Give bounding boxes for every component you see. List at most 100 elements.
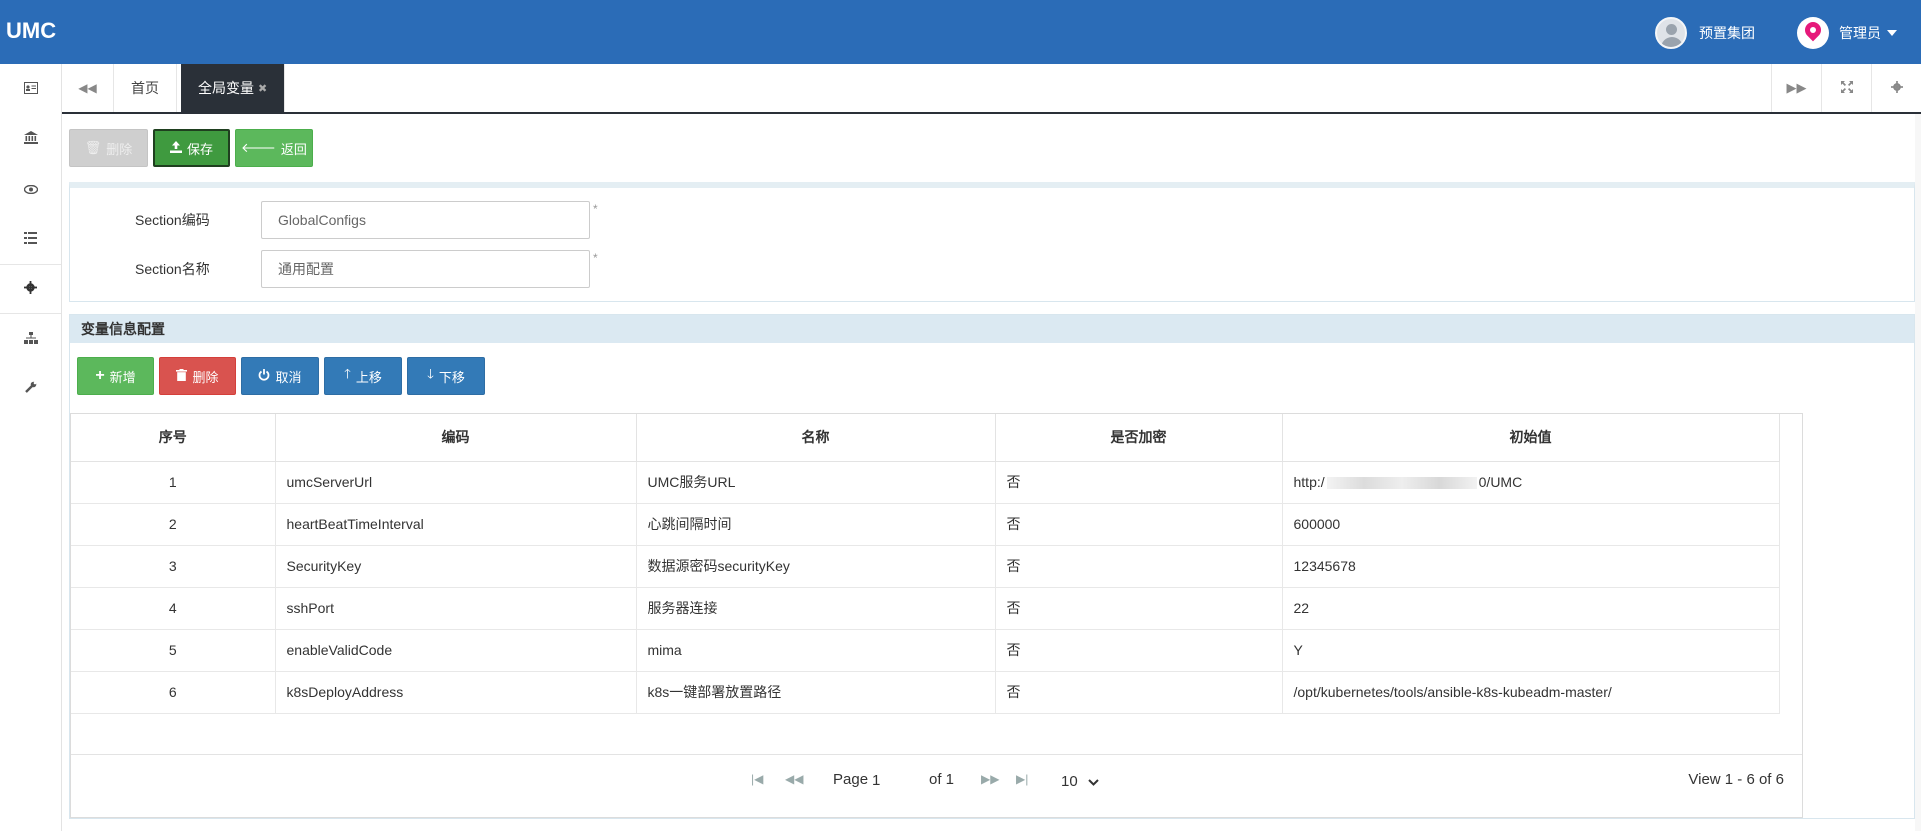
back-button[interactable]: 🡐 返回 — [235, 129, 313, 167]
cell-encrypted: 否 — [995, 671, 1283, 714]
add-row-button[interactable]: + 新增 — [77, 357, 154, 395]
sidebar-item-list[interactable] — [0, 214, 61, 264]
page-number-input[interactable]: 1 — [868, 768, 910, 792]
eye-icon — [23, 181, 38, 197]
org-avatar-icon — [1655, 17, 1687, 49]
cell-seq: 4 — [71, 587, 276, 630]
cell-name: 服务器连接 — [636, 587, 996, 630]
trash-icon — [176, 368, 188, 384]
sidebar-item-bank[interactable] — [0, 114, 61, 164]
section-name-label: Section名称 — [135, 261, 210, 277]
table-row[interactable]: 4 sshPort 服务器连接 否 22 — [71, 587, 1780, 630]
save-button[interactable]: 保存 — [153, 129, 230, 167]
cell-name: k8s一键部署放置路径 — [636, 671, 996, 714]
id-card-icon — [23, 81, 38, 97]
delete-row-button[interactable]: 删除 — [159, 357, 236, 395]
tab-scroll-right-button[interactable]: ▶▶ — [1771, 64, 1821, 112]
arrow-up-icon: 🡑 — [344, 366, 351, 381]
forward-icon: ▶▶ — [1786, 80, 1807, 95]
redacted-region — [1326, 477, 1477, 490]
column-header-name[interactable]: 名称 — [636, 414, 996, 462]
cell-seq: 2 — [71, 503, 276, 546]
caret-down-icon — [1887, 30, 1897, 36]
user-menu[interactable]: 管理员 — [1797, 16, 1897, 50]
column-header-code[interactable]: 编码 — [275, 414, 637, 462]
cell-encrypted: 否 — [995, 587, 1283, 630]
first-page-icon[interactable]: |◀ — [751, 772, 763, 786]
required-mark: * — [593, 251, 598, 265]
tab-label: 全局变量 — [198, 80, 254, 96]
cancel-button[interactable]: 取消 — [241, 357, 319, 395]
cell-code: sshPort — [275, 587, 637, 630]
tab-home[interactable]: 首页 — [114, 64, 177, 112]
disabled-action-button[interactable]: 🗑 删除 — [69, 129, 148, 167]
table-header-row: 序号 编码 名称 是否加密 初始值 — [71, 414, 1780, 462]
cell-initial-value: 600000 — [1282, 503, 1780, 546]
initial-value-prefix: http:/ — [1293, 474, 1325, 490]
cell-encrypted: 否 — [995, 629, 1283, 672]
page-size-select[interactable]: 10 — [1061, 768, 1121, 794]
cell-code: umcServerUrl — [275, 461, 637, 504]
sidebar-item-settings[interactable] — [0, 264, 61, 314]
cell-code: enableValidCode — [275, 629, 637, 672]
button-label: 新增 — [109, 369, 136, 385]
upload-icon — [169, 140, 182, 156]
column-header-encrypted[interactable]: 是否加密 — [995, 414, 1283, 462]
sitemap-icon — [23, 331, 38, 347]
section-code-label: Section编码 — [135, 212, 210, 228]
page-scrollbar[interactable] — [1915, 114, 1921, 831]
table-row[interactable]: 3 SecurityKey 数据源密码securityKey 否 1234567… — [71, 545, 1780, 588]
section-code-input[interactable]: GlobalConfigs — [261, 201, 590, 239]
cell-code: k8sDeployAddress — [275, 671, 637, 714]
next-page-icon[interactable]: ▶▶ — [981, 772, 999, 786]
tab-global-variables[interactable]: 全局变量 ✖ — [181, 64, 286, 112]
last-page-icon[interactable]: ▶| — [1016, 772, 1028, 786]
variables-table: 序号 编码 名称 是否加密 初始值 1 umcServerUrl UMC服务UR… — [71, 414, 1780, 714]
cell-seq: 1 — [71, 461, 276, 504]
cell-initial-value: /opt/kubernetes/tools/ansible-k8s-kubead… — [1282, 671, 1780, 714]
tab-scroll-left-button[interactable]: ◀◀ — [62, 64, 114, 112]
required-mark: * — [593, 202, 598, 216]
variables-panel-title: 变量信息配置 — [70, 315, 1914, 343]
page-label: Page — [833, 771, 869, 788]
sidebar-item-wrench[interactable] — [0, 364, 61, 414]
column-header-seq[interactable]: 序号 — [71, 414, 276, 462]
section-name-input[interactable]: 通用配置 — [261, 250, 590, 288]
user-name: 管理员 — [1839, 25, 1881, 41]
cell-encrypted: 否 — [995, 461, 1283, 504]
map-pin-icon — [1797, 17, 1829, 49]
table-row[interactable]: 5 enableValidCode mima 否 Y — [71, 629, 1780, 672]
app-brand[interactable]: UMC — [6, 18, 56, 44]
close-icon[interactable]: ✖ — [258, 82, 267, 95]
list-icon — [24, 231, 37, 247]
button-label: 取消 — [275, 369, 302, 385]
button-label: 保存 — [186, 141, 213, 157]
cell-initial-value: 12345678 — [1282, 545, 1780, 588]
org-switcher[interactable]: 预置集团 — [1655, 16, 1755, 50]
column-header-initial-value[interactable]: 初始值 — [1282, 414, 1780, 462]
records-summary: View 1 - 6 of 6 — [1688, 771, 1784, 788]
table-row[interactable]: 1 umcServerUrl UMC服务URL 否 http:/ 0/UMC — [71, 461, 1780, 504]
cell-seq: 6 — [71, 671, 276, 714]
page-size-value: 10 — [1061, 772, 1078, 790]
sidebar-item-id-card[interactable] — [0, 64, 61, 114]
fullscreen-button[interactable] — [1821, 64, 1871, 112]
cell-seq: 3 — [71, 545, 276, 588]
cell-seq: 5 — [71, 629, 276, 672]
sidebar-item-eye[interactable] — [0, 164, 61, 214]
cell-code: SecurityKey — [275, 545, 637, 588]
button-label: 下移 — [438, 369, 465, 385]
trash-icon: 🗑 — [84, 140, 102, 155]
prev-page-icon[interactable]: ◀◀ — [785, 772, 803, 786]
button-label: 删除 — [106, 141, 133, 157]
cell-name: 数据源密码securityKey — [636, 545, 996, 588]
button-label: 上移 — [355, 369, 382, 385]
tab-bar: ◀◀ 首页 全局变量 ✖ ▶▶ — [62, 64, 1921, 114]
move-down-button[interactable]: 🡓 下移 — [407, 357, 485, 395]
sidebar-item-sitemap[interactable] — [0, 314, 61, 364]
table-row[interactable]: 6 k8sDeployAddress k8s一键部署放置路径 否 /opt/ku… — [71, 671, 1780, 714]
tab-settings-button[interactable] — [1871, 64, 1921, 112]
table-row[interactable]: 2 heartBeatTimeInterval 心跳间隔时间 否 600000 — [71, 503, 1780, 546]
cell-initial-value: 22 — [1282, 587, 1780, 630]
move-up-button[interactable]: 🡑 上移 — [324, 357, 402, 395]
